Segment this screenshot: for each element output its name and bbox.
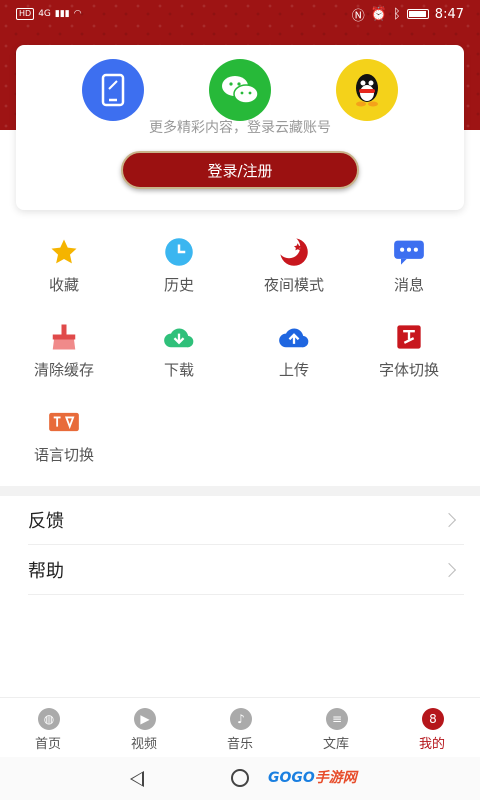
grid-item-upload[interactable]: 上传 [234, 321, 354, 391]
bottom-tab-bar: ◍ 首页 ▶ 视频 ♪ 音乐 ≡ 文库 8 我的 [0, 697, 480, 757]
tab-label: 首页 [34, 737, 61, 752]
grid-item-favorites[interactable]: 收藏 [4, 236, 124, 306]
list-item-feedback[interactable]: 反馈 [28, 495, 464, 545]
list-item-help[interactable]: 帮助 [28, 545, 464, 595]
tab-home[interactable]: ◍ 首页 [0, 698, 96, 758]
font-icon [393, 321, 425, 353]
battery-icon [406, 9, 429, 19]
grid-item-font-switch[interactable]: 字体切换 [349, 321, 469, 391]
chevron-right-icon [441, 512, 457, 527]
grid-label: 语言切换 [33, 446, 94, 464]
profile-icon: 8 [422, 708, 444, 730]
login-card: 更多精彩内容，登录云藏账号 登录/注册 [16, 45, 464, 210]
star-icon [48, 236, 80, 268]
watermark-part2: 手游网 [314, 770, 357, 786]
grid-item-night-mode[interactable]: 夜间模式 [234, 236, 354, 306]
tab-label: 视频 [130, 737, 157, 752]
tab-library[interactable]: ≡ 文库 [288, 698, 384, 758]
status-bar: HD 4G ▮▮▮ ◠ Ⓝ ⏰ ᛒ 8:47 [0, 0, 480, 28]
phone-icon [101, 73, 125, 107]
broom-icon [48, 321, 80, 353]
moon-icon [278, 236, 310, 268]
grid-label: 夜间模式 [263, 276, 324, 294]
music-icon: ♪ [230, 708, 252, 730]
hd-badge: HD [16, 8, 35, 20]
home-icon: ◍ [38, 708, 60, 730]
grid-item-download[interactable]: 下载 [119, 321, 239, 391]
message-icon [393, 236, 425, 268]
grid-label: 下载 [163, 361, 194, 379]
tab-music[interactable]: ♪ 音乐 [192, 698, 288, 758]
grid-label: 上传 [278, 361, 309, 379]
clock-icon [163, 236, 195, 268]
login-hint: 更多精彩内容，登录云藏账号 [149, 120, 331, 136]
signal-icon: ▮▮▮ [54, 9, 70, 19]
cloud-upload-icon [278, 321, 310, 353]
video-icon: ▶ [134, 708, 156, 730]
alarm-icon: ⏰ [370, 6, 387, 22]
tab-label: 音乐 [226, 737, 253, 752]
watermark-part1: GOGO [268, 770, 315, 786]
tab-video[interactable]: ▶ 视频 [96, 698, 192, 758]
grid-label: 字体切换 [378, 361, 439, 379]
grid-item-clear-cache[interactable]: 清除缓存 [4, 321, 124, 391]
grid-label: 历史 [163, 276, 194, 294]
login-register-button[interactable]: 登录/注册 [121, 151, 359, 189]
back-icon[interactable] [130, 771, 144, 787]
grid-label: 收藏 [48, 276, 79, 294]
tab-label: 文库 [322, 737, 349, 752]
status-left: HD 4G ▮▮▮ ◠ [16, 8, 82, 20]
home-button-icon[interactable] [231, 769, 249, 787]
watermark-logo: GOGO手游网 [268, 767, 357, 787]
grid-item-language-switch[interactable]: 语言切换 [4, 406, 124, 476]
grid-item-messages[interactable]: 消息 [349, 236, 469, 306]
list-item-label: 帮助 [28, 560, 64, 582]
tab-profile[interactable]: 8 我的 [384, 698, 480, 758]
status-right: Ⓝ ⏰ ᛒ 8:47 [352, 5, 464, 24]
nfc-icon: Ⓝ [351, 8, 365, 24]
bluetooth-icon: ᛒ [392, 6, 401, 22]
wechat-icon [222, 76, 259, 104]
grid-label: 消息 [393, 276, 424, 294]
grid-item-history[interactable]: 历史 [119, 236, 239, 306]
chevron-right-icon [441, 562, 457, 577]
library-icon: ≡ [326, 708, 348, 730]
phone-login-button[interactable] [82, 59, 144, 121]
system-nav-bar: GOGO手游网 [0, 757, 480, 800]
cloud-download-icon [163, 321, 195, 353]
status-time: 8:47 [434, 6, 464, 22]
tab-label: 我的 [418, 737, 445, 752]
qq-login-button[interactable] [336, 59, 398, 121]
wechat-login-button[interactable] [209, 59, 271, 121]
qq-icon [356, 74, 378, 107]
network-label: 4G [38, 9, 51, 19]
list-item-label: 反馈 [28, 510, 64, 532]
wifi-icon: ◠ [73, 9, 82, 19]
language-icon [48, 406, 80, 438]
grid-label: 清除缓存 [33, 361, 94, 379]
